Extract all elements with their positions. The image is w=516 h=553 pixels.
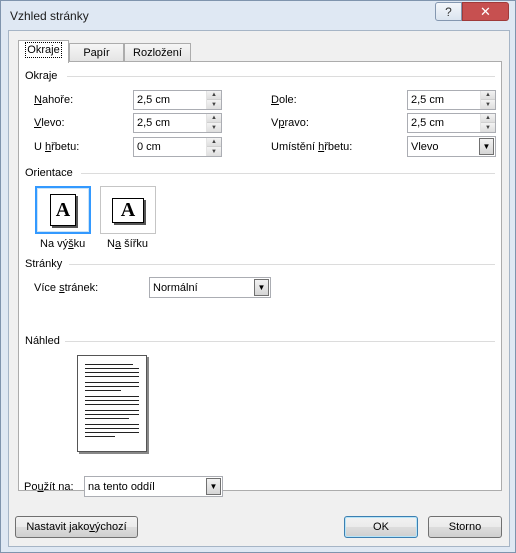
preview-line bbox=[85, 390, 121, 391]
left-margin-spinner[interactable]: 2,5 cm ▲ ▼ bbox=[133, 113, 222, 133]
dialog-client-area: Okraje Papír Rozložení Okraje Nahoře: 2,… bbox=[8, 30, 510, 547]
help-button[interactable]: ? bbox=[435, 2, 462, 21]
left-margin-value[interactable]: 2,5 cm bbox=[137, 117, 170, 129]
preview-line bbox=[85, 424, 139, 425]
top-margin-value[interactable]: 2,5 cm bbox=[137, 94, 170, 106]
preview-line bbox=[85, 400, 139, 401]
landscape-option[interactable]: A bbox=[100, 186, 156, 234]
preview-line bbox=[85, 368, 139, 369]
gutter-position-select[interactable]: Vlevo ▼ bbox=[407, 136, 496, 157]
bottom-margin-label: Dole: bbox=[271, 94, 297, 106]
close-icon: ✕ bbox=[480, 3, 491, 19]
preview-line bbox=[85, 414, 139, 415]
orientation-section-title: Orientace bbox=[25, 167, 73, 179]
top-margin-label: Nahoře: bbox=[34, 94, 74, 106]
pages-section-title: Stránky bbox=[25, 258, 63, 270]
preview-divider bbox=[65, 341, 495, 342]
preview-line bbox=[85, 432, 139, 433]
multiple-pages-select[interactable]: Normální ▼ bbox=[149, 277, 271, 298]
preview-line bbox=[85, 418, 129, 419]
cancel-button[interactable]: Storno bbox=[428, 516, 502, 538]
landscape-label[interactable]: Na šířku bbox=[107, 238, 148, 250]
set-default-button[interactable]: Nastavit jako v ýchozí bbox=[15, 516, 138, 538]
tab-paper-label: Papír bbox=[83, 47, 110, 59]
landscape-page-icon: A bbox=[112, 197, 144, 223]
tab-margins-label: Okraje bbox=[25, 42, 62, 58]
right-margin-label: Vpravo: bbox=[271, 117, 309, 129]
chevron-down-icon[interactable]: ▼ bbox=[254, 279, 269, 296]
spin-up-icon[interactable]: ▲ bbox=[481, 114, 495, 123]
apply-to-value: na tento oddíl bbox=[88, 481, 155, 493]
portrait-label[interactable]: Na výšku bbox=[40, 238, 85, 250]
right-margin-spinner[interactable]: 2,5 cm ▲ ▼ bbox=[407, 113, 496, 133]
preview-line bbox=[85, 410, 139, 411]
tab-margins[interactable]: Okraje bbox=[18, 40, 69, 63]
gutter-position-label: Umístění hřbetu: bbox=[271, 141, 353, 153]
ok-button[interactable]: OK bbox=[344, 516, 418, 538]
portrait-page-icon: A bbox=[50, 194, 76, 226]
preview-section-title: Náhled bbox=[25, 335, 60, 347]
spin-up-icon[interactable]: ▲ bbox=[481, 91, 495, 100]
spin-up-icon[interactable]: ▲ bbox=[207, 138, 221, 147]
multiple-pages-label: Více stránek: bbox=[34, 282, 99, 294]
close-button[interactable]: ✕ bbox=[462, 2, 509, 21]
preview-line bbox=[85, 436, 115, 437]
top-margin-spinner[interactable]: 2,5 cm ▲ ▼ bbox=[133, 90, 222, 110]
left-margin-label: Vlevo: bbox=[34, 117, 65, 129]
tab-layout[interactable]: Rozložení bbox=[124, 43, 191, 62]
preview-line bbox=[85, 428, 139, 429]
gutter-label: U hřbetu: bbox=[34, 141, 80, 153]
spin-down-icon[interactable]: ▼ bbox=[481, 123, 495, 132]
gutter-value[interactable]: 0 cm bbox=[137, 141, 161, 153]
apply-to-label: Použít na: bbox=[24, 481, 74, 493]
pages-divider bbox=[69, 264, 495, 265]
margins-section-title: Okraje bbox=[25, 70, 58, 82]
apply-to-select[interactable]: na tento oddíl ▼ bbox=[84, 476, 223, 497]
spin-down-icon[interactable]: ▼ bbox=[207, 123, 221, 132]
spin-down-icon[interactable]: ▼ bbox=[207, 100, 221, 109]
chevron-down-icon[interactable]: ▼ bbox=[479, 138, 494, 155]
preview-page bbox=[77, 355, 147, 452]
help-icon: ? bbox=[445, 4, 452, 19]
preview-line bbox=[85, 382, 139, 383]
preview-line bbox=[85, 396, 139, 397]
bottom-margin-value[interactable]: 2,5 cm bbox=[411, 94, 444, 106]
spin-up-icon[interactable]: ▲ bbox=[207, 114, 221, 123]
margins-panel: Okraje Nahoře: 2,5 cm ▲ ▼ Dole: 2,5 cm ▲ ▼… bbox=[18, 61, 502, 491]
bottom-margin-spinner[interactable]: 2,5 cm ▲ ▼ bbox=[407, 90, 496, 110]
margins-divider bbox=[67, 76, 495, 77]
multiple-pages-value: Normální bbox=[153, 282, 198, 294]
preview-line bbox=[85, 376, 139, 377]
tab-layout-label: Rozložení bbox=[133, 47, 182, 59]
preview-line bbox=[85, 372, 139, 373]
orientation-divider bbox=[81, 173, 495, 174]
spin-up-icon[interactable]: ▲ bbox=[207, 91, 221, 100]
dialog-title: Vzhled stránky bbox=[10, 9, 89, 23]
preview-line bbox=[85, 364, 133, 365]
spin-down-icon[interactable]: ▼ bbox=[207, 147, 221, 156]
gutter-position-value: Vlevo bbox=[411, 141, 439, 153]
right-margin-value[interactable]: 2,5 cm bbox=[411, 117, 444, 129]
preview-line bbox=[85, 386, 139, 387]
preview-line bbox=[85, 404, 139, 405]
page-setup-dialog: Vzhled stránky ? ✕ Okraje Papír Rozložen… bbox=[0, 0, 516, 553]
spin-down-icon[interactable]: ▼ bbox=[481, 100, 495, 109]
tab-paper[interactable]: Papír bbox=[69, 43, 124, 62]
chevron-down-icon[interactable]: ▼ bbox=[206, 478, 221, 495]
portrait-option[interactable]: A bbox=[35, 186, 91, 234]
gutter-spinner[interactable]: 0 cm ▲ ▼ bbox=[133, 137, 222, 157]
